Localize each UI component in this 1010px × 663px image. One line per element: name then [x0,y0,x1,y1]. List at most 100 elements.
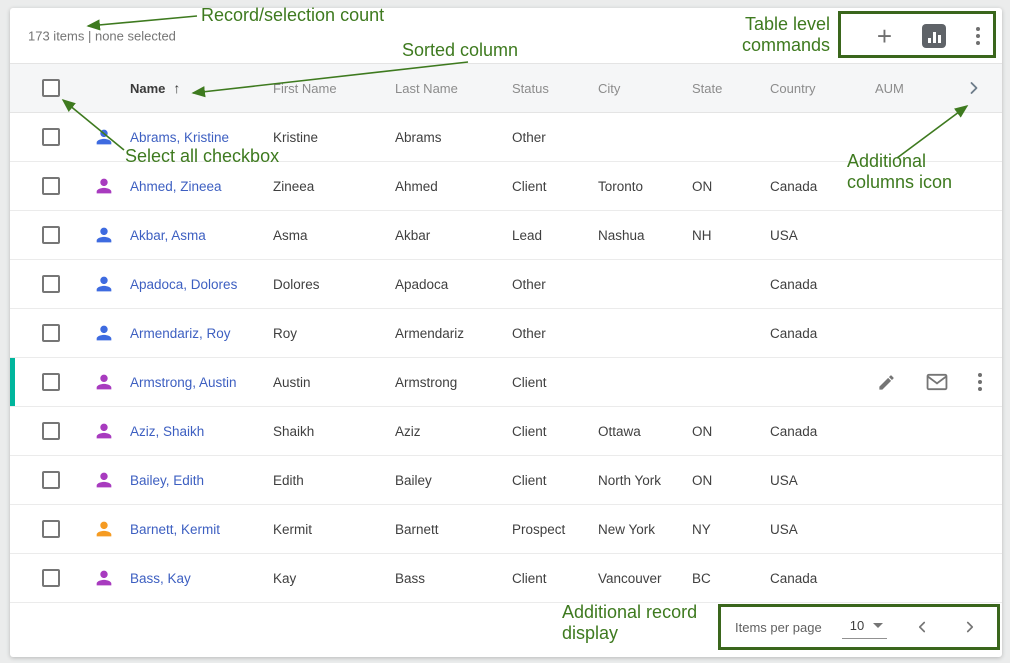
person-avatar-icon [78,420,120,442]
row-checkbox[interactable] [42,226,60,244]
row-checkbox[interactable] [42,324,60,342]
column-header-state[interactable]: State [682,81,760,96]
row-checkbox[interactable] [42,569,60,587]
row-checkbox[interactable] [42,471,60,489]
status-cell: Client [502,179,588,194]
table-more-menu-button[interactable] [976,27,980,45]
row-more-menu-button[interactable] [978,373,982,391]
last-name-cell: Armstrong [385,375,502,390]
column-header-first-name[interactable]: First Name [263,81,385,96]
kebab-menu-icon [978,373,982,377]
column-header-last-name[interactable]: Last Name [385,81,502,96]
record-selection-count: 173 items | none selected [28,28,176,43]
column-header-status[interactable]: Status [502,81,588,96]
contact-name-link[interactable]: Barnett, Kermit [120,522,263,537]
table-row: Armstrong, Austin Austin Armstrong Clien… [10,358,1002,407]
row-checkbox[interactable] [42,520,60,538]
city-cell: Toronto [588,179,682,194]
previous-page-button[interactable] [913,618,931,636]
row-checkbox[interactable] [42,177,60,195]
add-record-button[interactable]: + [877,23,892,49]
last-name-cell: Aziz [385,424,502,439]
row-checkbox[interactable] [42,422,60,440]
items-per-page-select[interactable]: 10 [842,616,887,639]
row-checkbox[interactable] [42,275,60,293]
state-cell: ON [682,424,760,439]
first-name-cell: Edith [263,473,385,488]
row-checkbox[interactable] [42,373,60,391]
person-avatar-icon [78,371,120,393]
first-name-cell: Roy [263,326,385,341]
contact-name-link[interactable]: Abrams, Kristine [120,130,263,145]
table-row: Aziz, Shaikh Shaikh Aziz Client Ottawa O… [10,407,1002,456]
last-name-cell: Armendariz [385,326,502,341]
email-button[interactable] [926,373,948,391]
first-name-cell: Asma [263,228,385,243]
dropdown-caret-icon [873,623,883,628]
country-cell: USA [760,473,865,488]
sort-ascending-icon: ↑ [173,80,180,96]
chevron-right-icon [961,618,979,636]
contact-name-link[interactable]: Akbar, Asma [120,228,263,243]
first-name-cell: Dolores [263,277,385,292]
city-cell: Nashua [588,228,682,243]
table-body: Abrams, Kristine Kristine Abrams Other [10,113,1002,603]
contact-name-link[interactable]: Aziz, Shaikh [120,424,263,439]
country-cell: USA [760,522,865,537]
first-name-cell: Zineea [263,179,385,194]
column-header-city[interactable]: City [588,81,682,96]
country-cell: Canada [760,326,865,341]
status-cell: Lead [502,228,588,243]
last-name-cell: Ahmed [385,179,502,194]
table-row: Armendariz, Roy Roy Armendariz Other Can… [10,309,1002,358]
status-cell: Prospect [502,522,588,537]
status-cell: Client [502,571,588,586]
first-name-cell: Kristine [263,130,385,145]
person-avatar-icon [78,469,120,491]
person-avatar-icon [78,518,120,540]
status-cell: Other [502,326,588,341]
contact-name-link[interactable]: Armendariz, Roy [120,326,263,341]
first-name-cell: Kay [263,571,385,586]
city-cell: Vancouver [588,571,682,586]
edit-button[interactable] [877,373,896,392]
first-name-cell: Shaikh [263,424,385,439]
additional-columns-button[interactable] [940,78,1002,98]
state-cell: NY [682,522,760,537]
select-all-checkbox[interactable] [42,79,60,97]
last-name-cell: Apadoca [385,277,502,292]
first-name-cell: Austin [263,375,385,390]
next-page-button[interactable] [961,618,979,636]
table-row: Bailey, Edith Edith Bailey Client North … [10,456,1002,505]
country-cell: Canada [760,571,865,586]
kebab-menu-icon [976,27,980,31]
status-cell: Other [502,130,588,145]
state-cell: ON [682,179,760,194]
state-cell: BC [682,571,760,586]
country-cell: Canada [760,179,865,194]
envelope-icon [926,373,948,391]
pagination-bar: Items per page 10 [718,604,1000,650]
table-row: Abrams, Kristine Kristine Abrams Other [10,113,1002,162]
column-header-name[interactable]: Name ↑ [120,80,263,96]
row-checkbox[interactable] [42,128,60,146]
table-level-commands: + [877,8,980,63]
state-cell: ON [682,473,760,488]
chart-view-button[interactable] [922,24,946,48]
person-avatar-icon [78,175,120,197]
status-cell: Other [502,277,588,292]
column-header-country[interactable]: Country [760,81,865,96]
contact-name-link[interactable]: Apadoca, Dolores [120,277,263,292]
contact-name-link[interactable]: Bailey, Edith [120,473,263,488]
person-avatar-icon [78,126,120,148]
contact-name-link[interactable]: Ahmed, Zineea [120,179,263,194]
contact-name-link[interactable]: Armstrong, Austin [120,375,263,390]
pencil-icon [877,373,896,392]
select-all-cell [10,79,78,97]
contact-name-link[interactable]: Bass, Kay [120,571,263,586]
chevron-left-icon [913,618,931,636]
column-header-aum[interactable]: AUM [865,81,940,96]
row-actions [877,358,982,406]
status-cell: Client [502,473,588,488]
person-avatar-icon [78,273,120,295]
